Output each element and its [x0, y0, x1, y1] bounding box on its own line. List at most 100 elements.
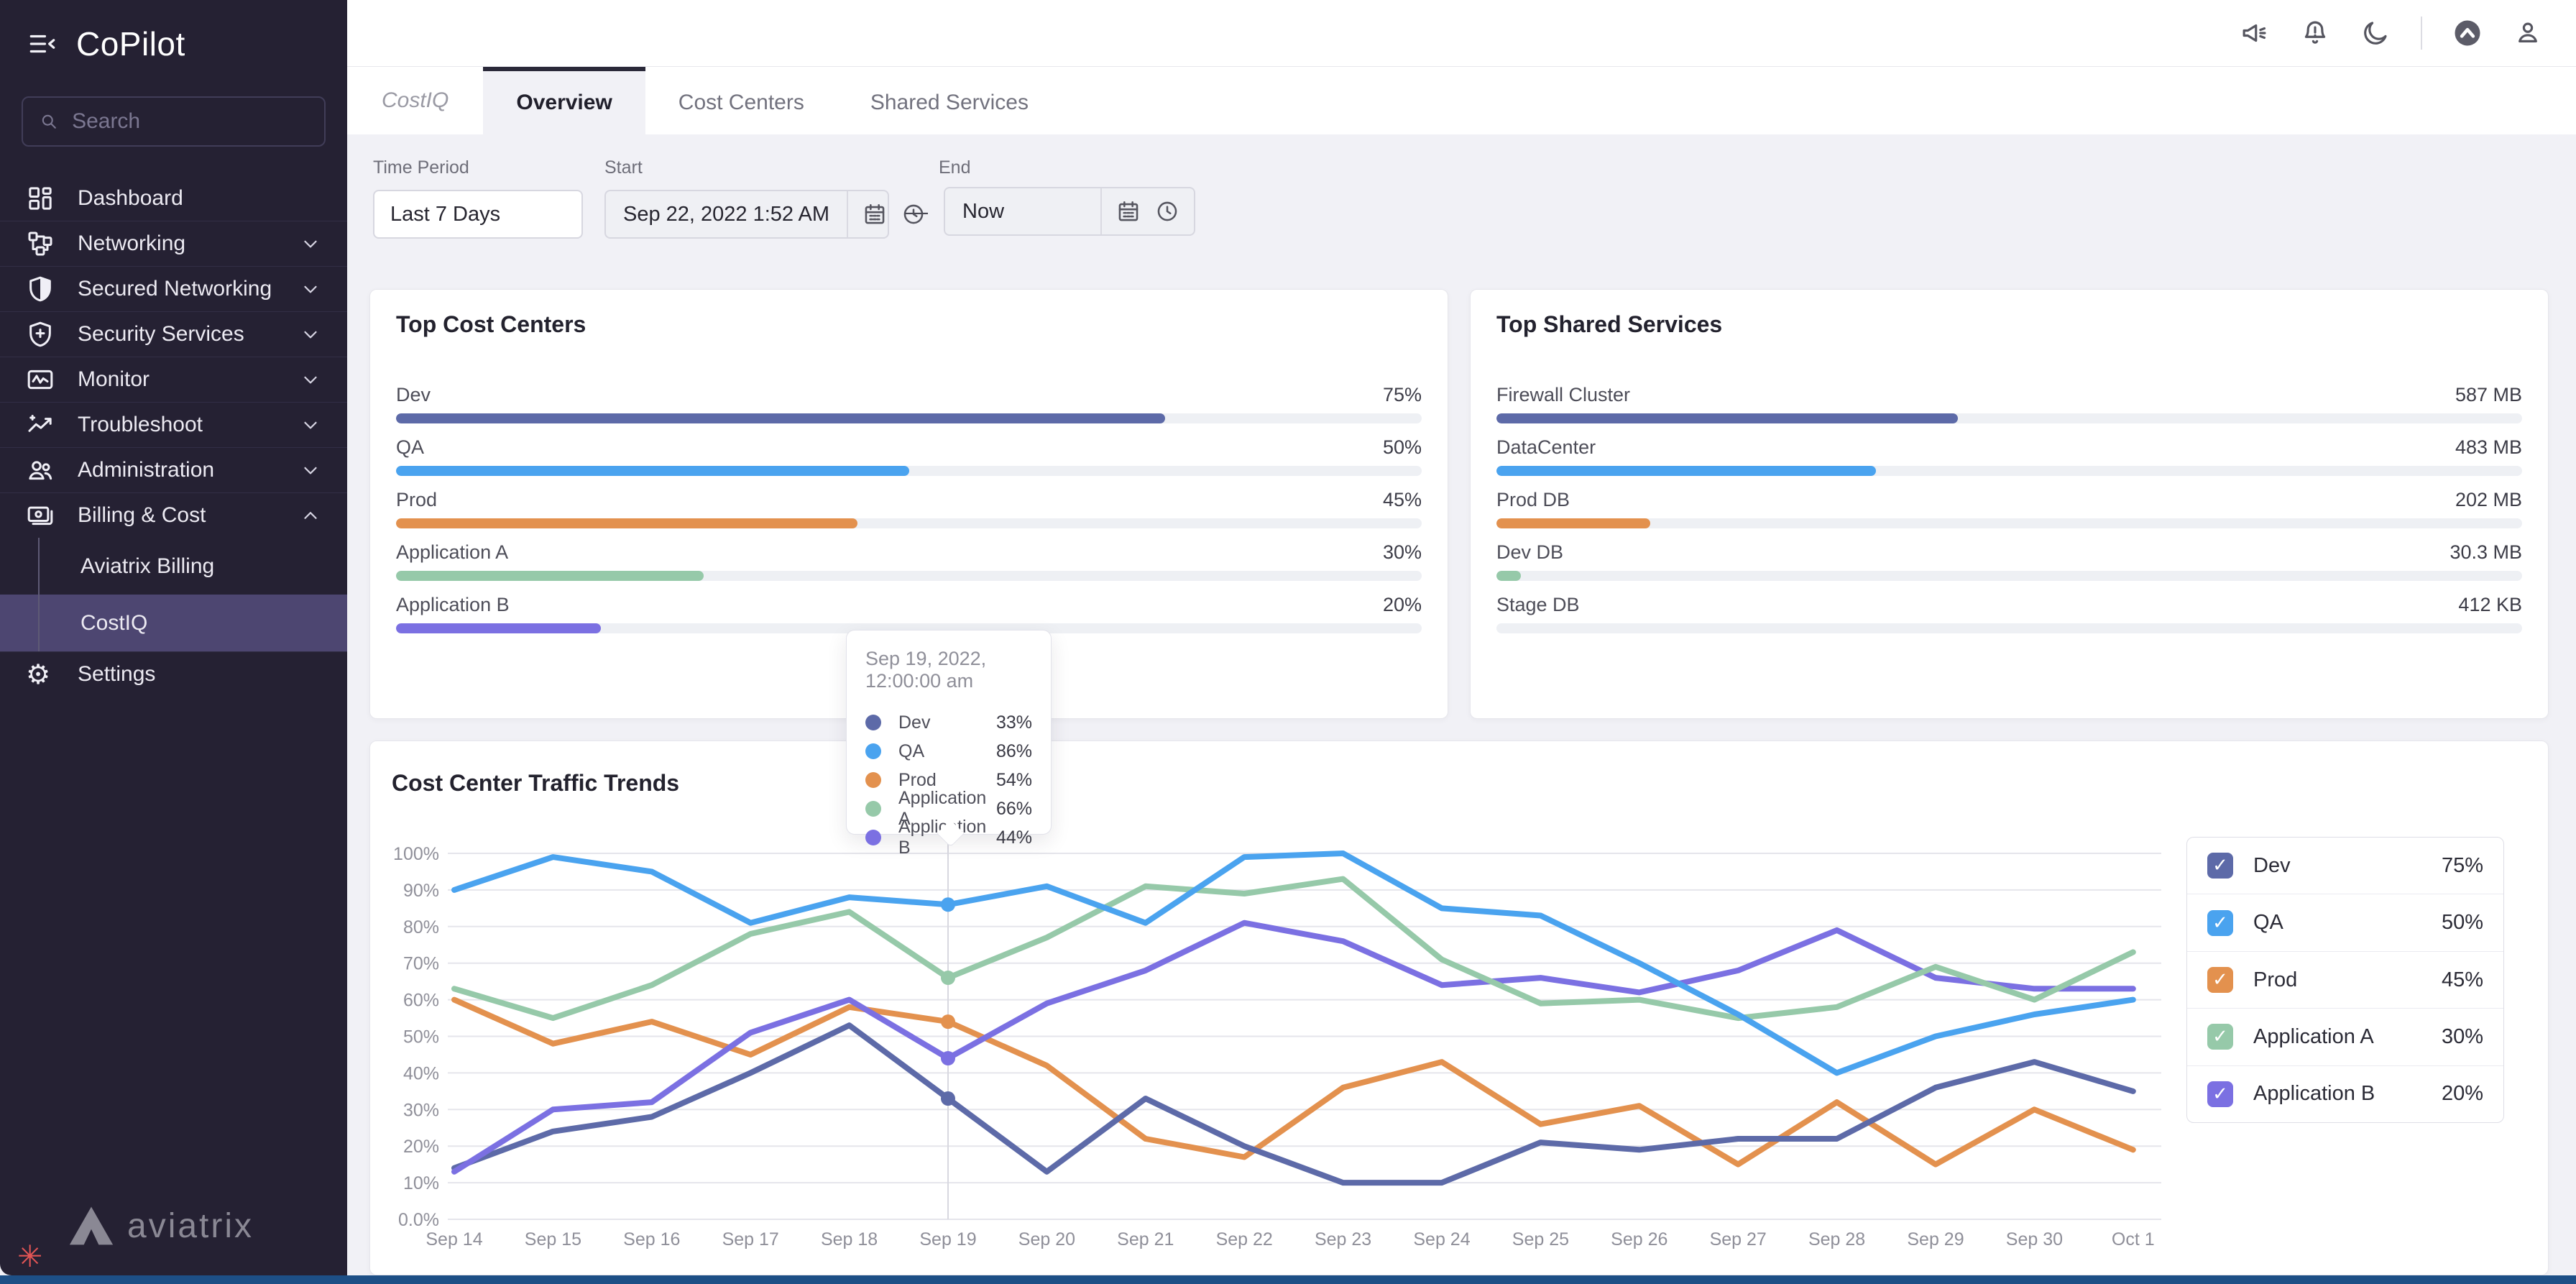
- sidebar-item-settings[interactable]: ⚙ Settings: [0, 651, 347, 697]
- metric-label: QA: [396, 436, 425, 458]
- collapse-menu-icon[interactable]: [27, 29, 58, 59]
- time-period-label: Time Period: [373, 157, 469, 178]
- chevron-down-icon: [300, 369, 321, 390]
- traffic-trends-card: 0.0% 10% 20% 30% 40% 50% 60% 70% 80% 90% 100% Sep 1…: [369, 740, 2549, 1275]
- end-date-input[interactable]: Now: [944, 187, 1195, 236]
- sidebar-item-label: Secured Networking: [78, 277, 272, 301]
- legend-value: 50%: [2441, 911, 2483, 935]
- legend-row-application-a[interactable]: ✓ Application A 30%: [2187, 1008, 2503, 1065]
- start-date-value: Sep 22, 2022 1:52 AM: [623, 202, 829, 226]
- svg-text:Sep 15: Sep 15: [525, 1229, 581, 1249]
- progress-fill: [1496, 571, 1522, 581]
- svg-text:Sep 17: Sep 17: [722, 1229, 779, 1249]
- legend-value: 30%: [2441, 1024, 2483, 1048]
- notifications-bell-icon[interactable]: [2300, 18, 2330, 48]
- sidebar-item-troubleshoot[interactable]: Troubleshoot: [0, 402, 347, 447]
- end-date-value: Now: [962, 199, 1005, 223]
- series-checkbox[interactable]: ✓: [2207, 909, 2233, 936]
- svg-text:0.0%: 0.0%: [398, 1210, 439, 1230]
- sidebar-item-label: Security Services: [78, 322, 244, 346]
- series-checkbox[interactable]: ✓: [2207, 1081, 2233, 1107]
- series-checkbox[interactable]: ✓: [2207, 1024, 2233, 1050]
- dark-mode-moon-icon[interactable]: [2360, 18, 2391, 48]
- progress-fill: [396, 623, 602, 633]
- metric-row-dev: Dev 75%: [396, 384, 1422, 423]
- sidebar-item-dashboard[interactable]: Dashboard: [0, 175, 347, 221]
- series-dot-icon: [865, 743, 881, 759]
- sidebar-item-secured-networking[interactable]: Secured Networking: [0, 266, 347, 311]
- sidebar-item-security-services[interactable]: Security Services: [0, 311, 347, 357]
- progress-track: [396, 518, 1422, 528]
- svg-text:Sep 27: Sep 27: [1710, 1229, 1767, 1249]
- metric-value: 75%: [1382, 384, 1422, 405]
- series-checkbox[interactable]: ✓: [2207, 853, 2233, 879]
- progress-fill: [396, 518, 858, 528]
- sidebar-item-costiq[interactable]: CostIQ: [0, 595, 347, 651]
- start-date-input[interactable]: Sep 22, 2022 1:52 AM: [604, 190, 924, 239]
- series-checkbox[interactable]: ✓: [2207, 967, 2233, 994]
- sidebar-item-label: Settings: [78, 662, 156, 686]
- progress-fill: [1496, 518, 1651, 528]
- metric-row-firewall-cluster: Firewall Cluster 587 MB: [1496, 384, 2522, 423]
- tooltip-series-value: 66%: [995, 798, 1032, 819]
- tooltip-row: Application B 44%: [865, 817, 1032, 858]
- sidebar-item-label: Troubleshoot: [78, 413, 203, 436]
- user-profile-icon[interactable]: [2513, 18, 2543, 48]
- sidebar-item-label: Monitor: [78, 367, 150, 391]
- time-period-select[interactable]: Last 7 Days: [373, 190, 583, 239]
- sidebar: CoPilot Dashboard Networking Secured Net…: [0, 0, 347, 1275]
- sidebar-item-administration[interactable]: Administration: [0, 447, 347, 492]
- legend-label: Dev: [2253, 853, 2291, 877]
- tab-bar: CostIQ Overview Cost Centers Shared Servic…: [347, 67, 2576, 134]
- tab-overview[interactable]: Overview: [483, 67, 645, 134]
- legend-value: 45%: [2441, 968, 2483, 991]
- sidebar-header: CoPilot: [0, 0, 347, 63]
- sidebar-item-networking[interactable]: Networking: [0, 221, 347, 266]
- tab-cost-centers[interactable]: Cost Centers: [645, 67, 837, 134]
- start-label: Start: [604, 157, 643, 178]
- chevron-down-icon: [300, 414, 321, 436]
- progress-track: [1496, 518, 2522, 528]
- bottom-window-strip: [0, 1275, 2576, 1284]
- calendar-icon[interactable]: [862, 202, 887, 226]
- progress-track: [396, 571, 1422, 581]
- svg-text:Sep 16: Sep 16: [623, 1229, 680, 1249]
- legend-value: 20%: [2441, 1082, 2483, 1106]
- metric-value: 587 MB: [2455, 384, 2522, 405]
- calendar-icon[interactable]: [1116, 199, 1141, 224]
- aviatrix-logo-text: aviatrix: [127, 1206, 254, 1245]
- sidebar-item-aviatrix-billing[interactable]: Aviatrix Billing: [0, 538, 347, 595]
- svg-text:Sep 23: Sep 23: [1315, 1229, 1371, 1249]
- sidebar-nav: Dashboard Networking Secured Networking …: [0, 175, 347, 697]
- svg-text:40%: 40%: [403, 1063, 439, 1083]
- sidebar-item-billing-cost[interactable]: Billing & Cost: [0, 492, 347, 538]
- aviatrix-avatar-icon[interactable]: [2452, 18, 2483, 48]
- recorder-badge-icon: ✳: [17, 1239, 43, 1274]
- chevron-down-icon: [547, 205, 566, 224]
- clock-icon[interactable]: [1155, 199, 1179, 224]
- chart-tooltip: Sep 19, 2022, 12:00:00 am Dev 33% QA 86%…: [846, 630, 1052, 858]
- search-input[interactable]: [72, 109, 308, 134]
- svg-text:30%: 30%: [403, 1100, 439, 1120]
- monitor-icon: [26, 365, 55, 394]
- legend-row-prod[interactable]: ✓ Prod 45%: [2187, 950, 2503, 1008]
- metric-value: 30.3 MB: [2450, 541, 2522, 563]
- date-range-separator: —: [905, 198, 928, 224]
- search-box[interactable]: [22, 96, 326, 147]
- svg-text:Sep 20: Sep 20: [1018, 1229, 1075, 1249]
- progress-track: [1496, 571, 2522, 581]
- legend-row-application-b[interactable]: ✓ Application B 20%: [2187, 1065, 2503, 1122]
- progress-fill: [1496, 413, 1959, 423]
- sidebar-item-monitor[interactable]: Monitor: [0, 357, 347, 402]
- announcements-megaphone-icon[interactable]: [2240, 18, 2270, 48]
- legend-row-dev[interactable]: ✓ Dev 75%: [2187, 838, 2503, 894]
- legend-row-qa[interactable]: ✓ QA 50%: [2187, 894, 2503, 950]
- tooltip-series-value: 44%: [995, 827, 1032, 848]
- svg-text:Sep 29: Sep 29: [1907, 1229, 1964, 1249]
- aviatrix-logo-mark: [69, 1206, 114, 1245]
- metric-value: 30%: [1382, 541, 1422, 563]
- metric-value: 50%: [1382, 436, 1422, 458]
- chart-legend: ✓ Dev 75% ✓ QA 50% ✓ Prod 45% ✓ Applicat…: [2186, 837, 2504, 1123]
- trend-icon: [26, 411, 55, 439]
- tab-shared-services[interactable]: Shared Services: [837, 67, 1062, 134]
